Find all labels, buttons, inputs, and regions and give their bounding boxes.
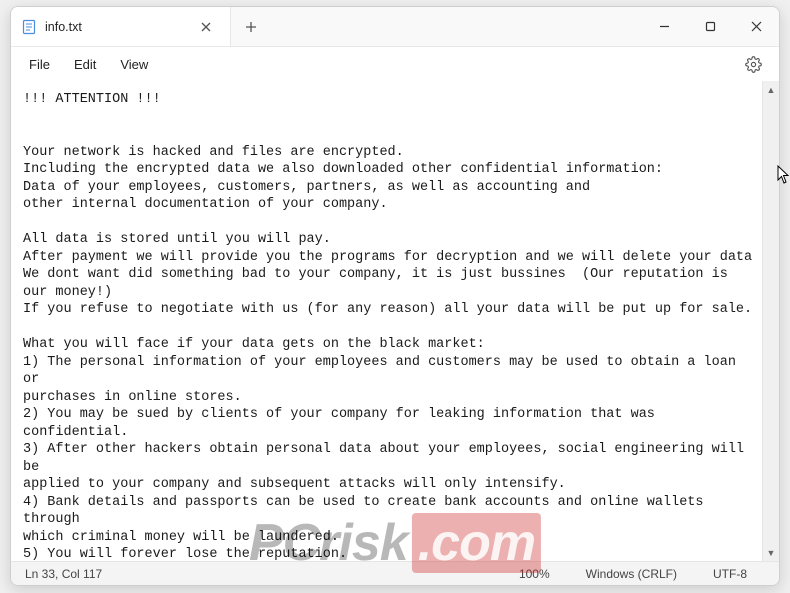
- status-cursor-position: Ln 33, Col 117: [25, 567, 120, 581]
- text-editor[interactable]: !!! ATTENTION !!! Your network is hacked…: [11, 81, 762, 561]
- settings-button[interactable]: [737, 48, 769, 80]
- maximize-button[interactable]: [687, 7, 733, 46]
- new-tab-button[interactable]: [231, 7, 271, 46]
- scroll-down-arrow-icon[interactable]: ▼: [763, 544, 779, 561]
- notepad-window: info.txt File Edit View: [10, 6, 780, 586]
- status-encoding[interactable]: UTF-8: [695, 567, 765, 581]
- minimize-button[interactable]: [641, 7, 687, 46]
- content-area: !!! ATTENTION !!! Your network is hacked…: [11, 81, 779, 561]
- menubar: File Edit View: [11, 47, 779, 81]
- scroll-up-arrow-icon[interactable]: ▲: [763, 81, 779, 98]
- status-zoom[interactable]: 100%: [501, 567, 568, 581]
- menu-view[interactable]: View: [108, 51, 160, 78]
- file-tab[interactable]: info.txt: [11, 7, 231, 46]
- tab-title: info.txt: [45, 20, 194, 34]
- titlebar: info.txt: [11, 7, 779, 47]
- close-button[interactable]: [733, 7, 779, 46]
- titlebar-drag-region[interactable]: [271, 7, 641, 46]
- menu-file[interactable]: File: [17, 51, 62, 78]
- statusbar: Ln 33, Col 117 100% Windows (CRLF) UTF-8: [11, 561, 779, 585]
- status-line-ending[interactable]: Windows (CRLF): [568, 567, 695, 581]
- menu-edit[interactable]: Edit: [62, 51, 108, 78]
- tab-close-button[interactable]: [194, 15, 218, 39]
- vertical-scrollbar[interactable]: ▲ ▼: [762, 81, 779, 561]
- window-controls: [641, 7, 779, 46]
- notepad-icon: [21, 19, 37, 35]
